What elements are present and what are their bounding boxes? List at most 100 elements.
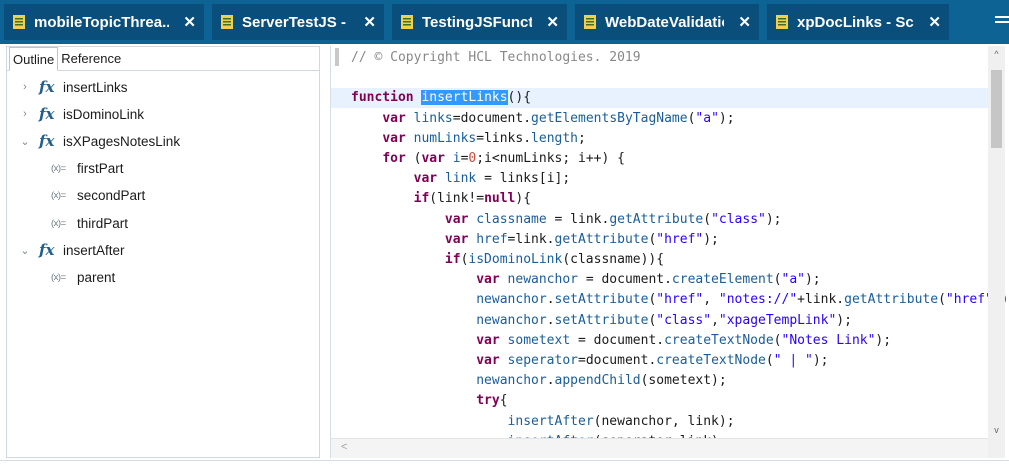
code-line[interactable]: var classname = link.getAttribute("class… [331,210,989,230]
code-token: ); [804,272,821,288]
code-token: "href" [656,231,704,247]
code-line[interactable] [331,68,989,88]
scrollbar-corner [988,438,1005,458]
tab-reference[interactable]: Reference [58,47,124,70]
code-line[interactable]: var numLinks=links.length; [331,129,989,149]
tab-mobiletopicthread[interactable]: mobileTopicThrea... ✕ [4,4,204,40]
horizontal-scrollbar[interactable]: < [331,438,989,458]
tab-webdatevalidation[interactable]: WebDateValidatio... ✕ [575,4,759,40]
code-token: var [382,110,414,126]
code-line[interactable]: var links=document.getElementsByTagName(… [331,109,989,129]
code-token: "Notes Link" [781,332,876,348]
expand-down-icon[interactable]: ⌄ [19,135,31,148]
scroll-down-icon[interactable]: v [988,422,1005,438]
code-token: href [476,231,508,247]
code-token: isDominoLink [468,252,563,267]
close-icon[interactable]: ✕ [546,13,559,31]
outline-item-isxpagesnoteslink[interactable]: ⌄ fx isXPagesNotesLink [20,129,180,153]
expand-down-icon[interactable]: ⌄ [19,244,31,257]
tab-testingjsfunctions[interactable]: TestingJSFuncti... ✕ [392,4,567,40]
editor-tab-bar: mobileTopicThrea... ✕ ServerTestJS - Sc.… [0,0,1009,44]
outline-item-insertlinks[interactable]: › fx insertLinks [23,75,128,99]
code-line[interactable]: // © Copyright HCL Technologies. 2019 [331,48,989,68]
code-token: =document. [452,110,532,126]
code-line[interactable]: if(link!=null){ [331,189,989,209]
tab-label: xpDocLinks - Scri... [797,13,914,31]
close-icon[interactable]: ✕ [738,13,751,31]
tab-overflow-menu-icon[interactable] [995,16,1009,28]
code-token: "a" [695,110,719,126]
code-token: numLinks [413,130,477,146]
code-token: ){ [515,191,532,207]
code-token: . [546,373,555,389]
code-token: , [711,312,719,328]
code-line[interactable]: newanchor.appendChild(sometext); [331,371,989,391]
outline-item-parent[interactable]: (x)= parent [51,265,115,289]
code-line[interactable]: var seperator=document.createTextNode(" … [331,351,989,371]
scroll-left-icon[interactable]: < [341,441,347,453]
code-line[interactable]: var href=link.getAttribute("href"); [331,230,989,250]
code-token: "xpageTempLink" [718,312,837,328]
outline-item-insertafter[interactable]: ⌄ fx insertAfter [20,238,125,262]
expand-right-icon[interactable]: › [19,108,31,120]
code-token: link [444,171,477,187]
code-area[interactable]: // © Copyright HCL Technologies. 2019 fun… [331,46,1009,449]
expand-right-icon[interactable]: › [19,81,31,93]
tab-label: mobileTopicThrea... [34,13,170,31]
tab-label: TestingJSFuncti... [422,13,533,31]
vertical-scrollbar[interactable]: ^ v [988,46,1005,438]
selected-text: insertLinks [421,90,508,106]
tab-outline[interactable]: Outline [9,47,59,71]
code-line[interactable]: function insertLinks(){ [331,88,989,109]
script-file-icon [776,15,788,29]
variable-icon: (x)= [51,217,66,229]
code-token: newanchor [507,272,578,288]
script-file-icon [13,15,25,29]
code-token: ( [765,353,774,368]
code-token: getAttribute [609,211,704,227]
close-icon[interactable]: ✕ [183,13,196,31]
code-line[interactable]: newanchor.setAttribute("class","xpageTem… [331,311,989,331]
outline-item-isdominolink[interactable]: › fx isDominoLink [23,102,144,126]
close-icon[interactable]: ✕ [363,13,376,31]
code-token: setAttribute [554,312,649,328]
code-line[interactable]: var newanchor = document.createElement("… [331,270,989,290]
scroll-up-icon[interactable]: ^ [988,46,1005,62]
code-token: var [413,171,445,187]
outline-item-firstpart[interactable]: (x)= firstPart [51,157,124,181]
close-icon[interactable]: ✕ [928,13,941,31]
code-token: function [351,90,422,106]
code-token: "notes://" [718,292,798,308]
code-line[interactable]: var sometext = document.createTextNode("… [331,331,989,351]
outline-item-secondpart[interactable]: (x)= secondPart [51,184,145,208]
code-line[interactable]: for (var i=0;i<numLinks; i++) { [331,149,989,169]
code-editor[interactable]: // © Copyright HCL Technologies. 2019 fun… [330,46,1009,458]
code-line[interactable]: insertAfter(newanchor, link); [331,412,989,432]
code-line[interactable]: newanchor.setAttribute("href", "notes://… [331,290,1009,310]
outline-item-label: insertLinks [63,79,128,95]
scroll-thumb[interactable] [991,70,1002,148]
function-icon: fx [39,78,55,96]
code-token: getAttribute [844,292,939,308]
code-token: seperator [507,353,578,368]
code-token: . [546,292,555,308]
code-line[interactable]: var link = links[i]; [331,169,989,189]
code-token: var [476,272,508,288]
code-token: (newanchor, link); [593,413,735,429]
code-token: classname [476,211,547,227]
code-line[interactable]: if(isDominoLink(classname)){ [331,250,989,270]
tab-xpdoclinks[interactable]: xpDocLinks - Scri... ✕ [767,4,949,40]
code-token: var [476,353,508,368]
outline-item-label: insertAfter [63,242,125,258]
tab-servertestjs[interactable]: ServerTestJS - Sc... ✕ [212,4,384,40]
code-line[interactable]: try{ [331,391,989,411]
outline-item-thirdpart[interactable]: (x)= thirdPart [51,211,128,235]
function-icon: fx [39,105,55,124]
outline-item-label: firstPart [77,161,124,177]
